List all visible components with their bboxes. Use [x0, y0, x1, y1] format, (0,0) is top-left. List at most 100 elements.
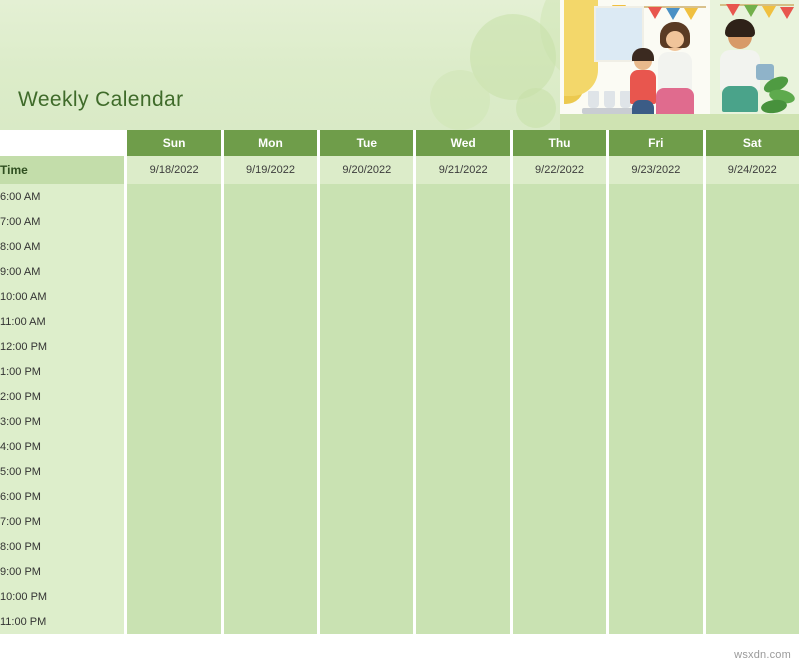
appointment-slot-fri-13[interactable] [609, 509, 703, 534]
appointment-slot-sat-13[interactable] [705, 509, 799, 534]
appointment-slot-mon-15[interactable] [223, 559, 318, 584]
appointment-slot-tue-7[interactable] [320, 359, 414, 384]
appointment-slot-sat-7[interactable] [705, 359, 799, 384]
appointment-slot-thu-7[interactable] [512, 359, 607, 384]
appointment-slot-sat-5[interactable] [705, 309, 799, 334]
appointment-slot-sat-9[interactable] [705, 409, 799, 434]
appointment-slot-tue-0[interactable] [320, 184, 414, 209]
appointment-slot-sat-15[interactable] [705, 559, 799, 584]
appointment-slot-wed-6[interactable] [416, 334, 510, 359]
appointment-slot-sun-10[interactable] [127, 434, 221, 459]
appointment-slot-thu-12[interactable] [512, 484, 607, 509]
appointment-slot-sat-4[interactable] [705, 284, 799, 309]
appointment-slot-wed-14[interactable] [416, 534, 510, 559]
appointment-slot-wed-9[interactable] [416, 409, 510, 434]
appointment-slot-fri-11[interactable] [609, 459, 703, 484]
appointment-slot-thu-3[interactable] [512, 259, 607, 284]
appointment-slot-wed-17[interactable] [416, 609, 510, 634]
appointment-slot-sun-13[interactable] [127, 509, 221, 534]
appointment-slot-tue-9[interactable] [320, 409, 414, 434]
appointment-slot-wed-11[interactable] [416, 459, 510, 484]
appointment-slot-wed-13[interactable] [416, 509, 510, 534]
appointment-slot-thu-15[interactable] [512, 559, 607, 584]
appointment-slot-fri-15[interactable] [609, 559, 703, 584]
appointment-slot-sat-12[interactable] [705, 484, 799, 509]
appointment-slot-tue-12[interactable] [320, 484, 414, 509]
appointment-slot-sun-4[interactable] [127, 284, 221, 309]
appointment-slot-sat-2[interactable] [705, 234, 799, 259]
appointment-slot-tue-1[interactable] [320, 209, 414, 234]
appointment-slot-mon-8[interactable] [223, 384, 318, 409]
appointment-slot-mon-4[interactable] [223, 284, 318, 309]
appointment-slot-fri-1[interactable] [609, 209, 703, 234]
appointment-slot-sat-14[interactable] [705, 534, 799, 559]
appointment-slot-tue-3[interactable] [320, 259, 414, 284]
appointment-slot-fri-17[interactable] [609, 609, 703, 634]
appointment-slot-thu-11[interactable] [512, 459, 607, 484]
appointment-slot-sun-15[interactable] [127, 559, 221, 584]
appointment-slot-wed-2[interactable] [416, 234, 510, 259]
appointment-slot-mon-11[interactable] [223, 459, 318, 484]
appointment-slot-fri-6[interactable] [609, 334, 703, 359]
appointment-slot-mon-0[interactable] [223, 184, 318, 209]
appointment-slot-sun-3[interactable] [127, 259, 221, 284]
appointment-slot-wed-8[interactable] [416, 384, 510, 409]
appointment-slot-wed-15[interactable] [416, 559, 510, 584]
appointment-slot-mon-16[interactable] [223, 584, 318, 609]
appointment-slot-wed-12[interactable] [416, 484, 510, 509]
appointment-slot-thu-8[interactable] [512, 384, 607, 409]
appointment-slot-tue-2[interactable] [320, 234, 414, 259]
appointment-slot-tue-13[interactable] [320, 509, 414, 534]
appointment-slot-fri-16[interactable] [609, 584, 703, 609]
appointment-slot-tue-8[interactable] [320, 384, 414, 409]
appointment-slot-fri-8[interactable] [609, 384, 703, 409]
appointment-slot-tue-17[interactable] [320, 609, 414, 634]
appointment-slot-thu-5[interactable] [512, 309, 607, 334]
appointment-slot-sat-11[interactable] [705, 459, 799, 484]
appointment-slot-tue-15[interactable] [320, 559, 414, 584]
appointment-slot-thu-1[interactable] [512, 209, 607, 234]
appointment-slot-sun-8[interactable] [127, 384, 221, 409]
appointment-slot-wed-3[interactable] [416, 259, 510, 284]
appointment-slot-thu-16[interactable] [512, 584, 607, 609]
appointment-slot-wed-4[interactable] [416, 284, 510, 309]
appointment-slot-thu-0[interactable] [512, 184, 607, 209]
appointment-slot-mon-17[interactable] [223, 609, 318, 634]
appointment-slot-fri-0[interactable] [609, 184, 703, 209]
appointment-slot-sat-6[interactable] [705, 334, 799, 359]
appointment-slot-sun-12[interactable] [127, 484, 221, 509]
appointment-slot-thu-17[interactable] [512, 609, 607, 634]
appointment-slot-fri-14[interactable] [609, 534, 703, 559]
appointment-slot-sat-10[interactable] [705, 434, 799, 459]
appointment-slot-sun-16[interactable] [127, 584, 221, 609]
appointment-slot-sun-9[interactable] [127, 409, 221, 434]
appointment-slot-fri-3[interactable] [609, 259, 703, 284]
appointment-slot-wed-1[interactable] [416, 209, 510, 234]
appointment-slot-wed-5[interactable] [416, 309, 510, 334]
appointment-slot-tue-11[interactable] [320, 459, 414, 484]
appointment-slot-tue-16[interactable] [320, 584, 414, 609]
appointment-slot-sun-14[interactable] [127, 534, 221, 559]
appointment-slot-mon-2[interactable] [223, 234, 318, 259]
appointment-slot-fri-10[interactable] [609, 434, 703, 459]
appointment-slot-sun-7[interactable] [127, 359, 221, 384]
appointment-slot-sun-17[interactable] [127, 609, 221, 634]
appointment-slot-wed-0[interactable] [416, 184, 510, 209]
appointment-slot-sun-11[interactable] [127, 459, 221, 484]
appointment-slot-mon-1[interactable] [223, 209, 318, 234]
appointment-slot-sun-5[interactable] [127, 309, 221, 334]
appointment-slot-mon-5[interactable] [223, 309, 318, 334]
appointment-slot-sat-0[interactable] [705, 184, 799, 209]
appointment-slot-sat-1[interactable] [705, 209, 799, 234]
appointment-slot-thu-14[interactable] [512, 534, 607, 559]
appointment-slot-fri-2[interactable] [609, 234, 703, 259]
appointment-slot-thu-2[interactable] [512, 234, 607, 259]
appointment-slot-mon-10[interactable] [223, 434, 318, 459]
appointment-slot-mon-14[interactable] [223, 534, 318, 559]
appointment-slot-wed-7[interactable] [416, 359, 510, 384]
appointment-slot-wed-16[interactable] [416, 584, 510, 609]
appointment-slot-fri-12[interactable] [609, 484, 703, 509]
appointment-slot-thu-6[interactable] [512, 334, 607, 359]
appointment-slot-fri-5[interactable] [609, 309, 703, 334]
appointment-slot-thu-4[interactable] [512, 284, 607, 309]
